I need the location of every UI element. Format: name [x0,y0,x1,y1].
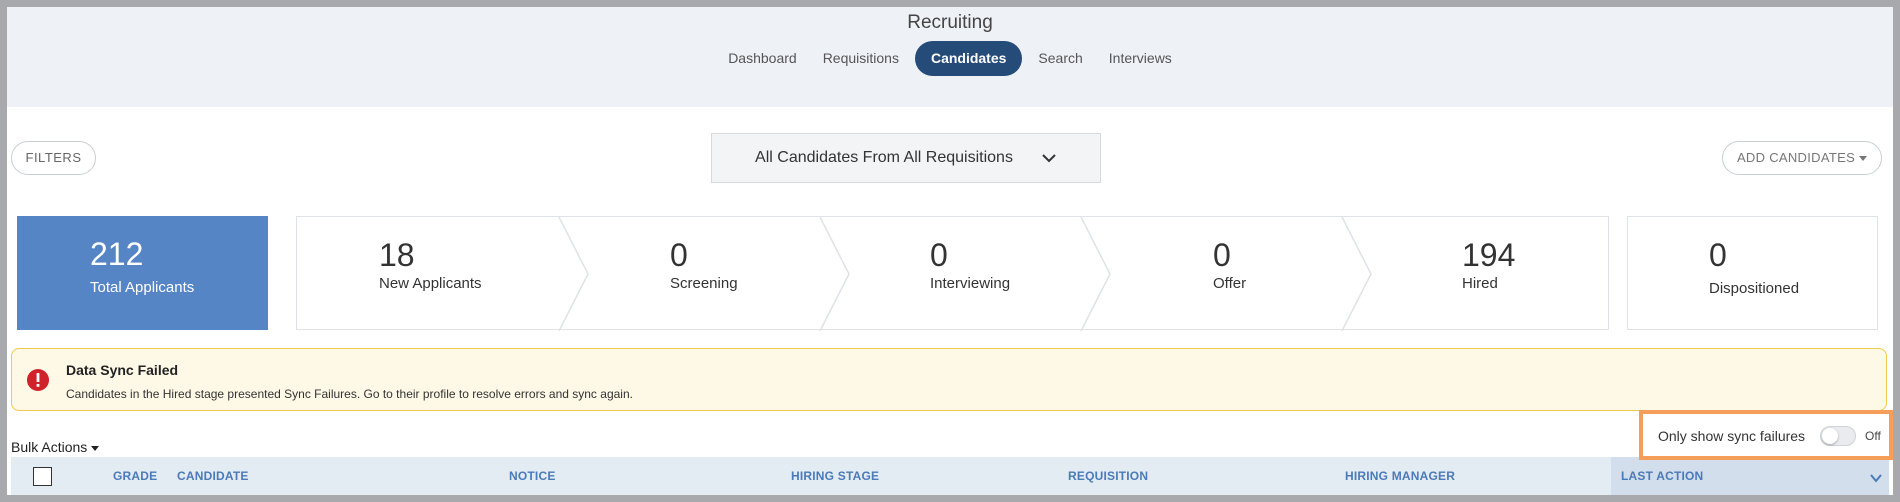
stage-new-applicants[interactable]: 18 New Applicants [379,237,482,292]
nav-interviews[interactable]: Interviews [1099,41,1182,76]
top-header: Recruiting Dashboard Requisitions Candid… [7,7,1893,107]
sync-failed-alert: Data Sync Failed Candidates in the Hired… [11,348,1887,411]
sync-failures-state: Off [1865,429,1881,443]
nav-search[interactable]: Search [1028,41,1092,76]
bulk-actions-label: Bulk Actions [11,439,88,455]
column-last-action-cell[interactable]: LAST ACTION [1611,457,1889,495]
stage-count: 194 [1462,237,1516,273]
stage-count: 18 [379,237,415,273]
stage-label: Offer [1213,275,1247,292]
caret-down-icon [91,445,100,451]
column-notice[interactable]: NOTICE [509,469,556,483]
dispositioned-count: 0 [1709,237,1727,273]
pipeline-stages: 18 New Applicants 0 Screening 0 Intervie… [296,216,1609,331]
stage-count: 0 [930,237,948,273]
sync-failures-toggle[interactable] [1820,426,1856,446]
requisition-select[interactable]: All Candidates From All Requisitions [711,133,1101,183]
column-requisition[interactable]: REQUISITION [1068,469,1148,483]
column-last-action: LAST ACTION [1621,469,1704,483]
stage-label: New Applicants [379,275,482,292]
chevron-down-icon [1870,474,1882,483]
total-applicants-count: 212 [90,236,144,272]
column-candidate[interactable]: CANDIDATE [177,469,249,483]
table-header: GRADE CANDIDATE NOTICE HIRING STAGE REQU… [11,457,1889,495]
app-frame: Recruiting Dashboard Requisitions Candid… [7,7,1893,495]
stage-screening[interactable]: 0 Screening [670,237,738,292]
sync-failures-label: Only show sync failures [1658,428,1806,444]
stage-count: 0 [1213,237,1231,273]
stage-label: Hired [1462,275,1498,292]
column-hiring-stage[interactable]: HIRING STAGE [791,469,879,483]
app-title: Recruiting [907,12,993,33]
caret-down-icon [1859,156,1868,162]
dispositioned-label: Dispositioned [1709,280,1800,297]
sync-failures-filter: Only show sync failures Off [1639,410,1893,460]
nav-dashboard[interactable]: Dashboard [718,41,807,76]
add-candidates-label: ADD CANDIDATES [1736,150,1856,165]
stage-interviewing[interactable]: 0 Interviewing [930,237,1010,292]
alert-title: Data Sync Failed [66,362,179,378]
error-icon [27,369,49,391]
column-grade[interactable]: GRADE [113,469,157,483]
chevron-down-icon [1042,154,1056,163]
stage-hired[interactable]: 194 Hired [1462,237,1515,292]
nav-candidates[interactable]: Candidates [914,41,1023,76]
dispositioned-card[interactable]: 0 Dispositioned [1627,216,1878,330]
main-nav: Dashboard Requisitions Candidates Search… [7,41,1893,76]
column-hiring-manager[interactable]: HIRING MANAGER [1345,469,1455,483]
alert-message: Candidates in the Hired stage presented … [66,387,633,401]
nav-requisitions[interactable]: Requisitions [813,41,909,76]
select-all-checkbox[interactable] [33,467,52,486]
stage-label: Interviewing [930,275,1011,292]
stage-label: Screening [670,275,738,292]
stage-count: 0 [670,237,688,273]
total-applicants-label: Total Applicants [90,279,195,296]
bulk-actions-dropdown[interactable]: Bulk Actions [11,439,100,455]
stage-offer[interactable]: 0 Offer [1213,237,1246,292]
total-applicants-card[interactable]: 212 Total Applicants [17,216,268,330]
requisition-select-value: All Candidates From All Requisitions [755,149,1013,166]
filters-button[interactable]: FILTERS [11,141,96,175]
add-candidates-button[interactable]: ADD CANDIDATES [1722,141,1882,175]
toggle-knob [1822,428,1838,444]
